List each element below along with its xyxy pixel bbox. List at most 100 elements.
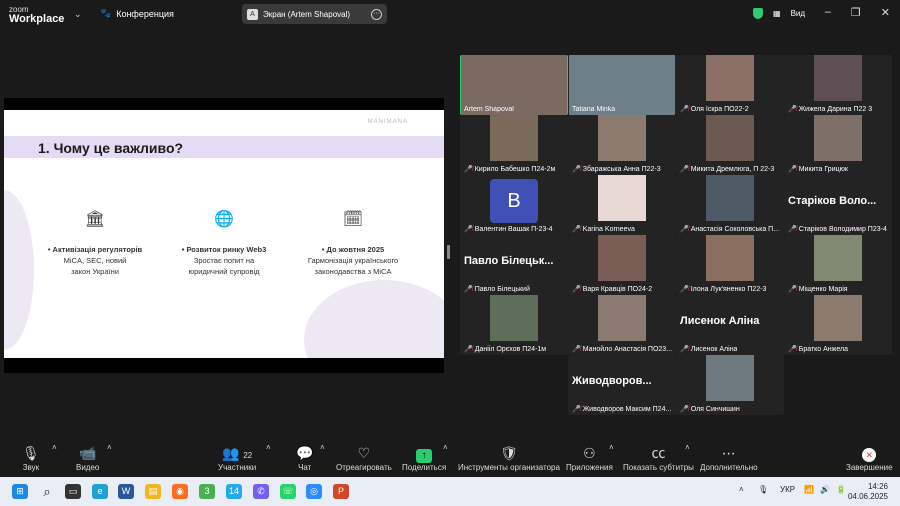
participant-tile[interactable]: Tatiana Minka: [568, 55, 676, 115]
participant-tile[interactable]: 🎤̸ Karina Korneeva: [568, 175, 676, 235]
point-2-line-1: Зростає попит на: [193, 256, 255, 265]
audio-label: Звук: [22, 463, 40, 472]
audio-options-chevron-icon[interactable]: ˄: [52, 443, 57, 452]
participant-name: 🎤̸ Кирило Бабешко П24-2м: [464, 165, 556, 174]
chat-options-chevron-icon[interactable]: ˄: [320, 443, 325, 452]
search-icon[interactable]: ⌕: [39, 484, 55, 499]
participant-tile[interactable]: 🎤̸ Данііл Орєхов П24-1м: [460, 295, 568, 355]
apps-options-chevron-icon[interactable]: ˄: [609, 443, 614, 452]
react-button[interactable]: ♡ Отреагировать: [336, 443, 392, 472]
participant-video: [598, 175, 646, 221]
participant-tile[interactable]: Старіков Воло... 🎤̸ Старіков Володимир П23…: [784, 175, 892, 235]
participants-options-chevron-icon[interactable]: ˄: [266, 443, 271, 452]
chrome-icon[interactable]: 3: [199, 484, 215, 499]
zoom-taskbar-icon[interactable]: ◎: [306, 484, 322, 499]
participant-tile[interactable]: 🎤̸ Збаражська Анна П22-3: [568, 115, 676, 175]
word-icon[interactable]: W: [118, 484, 134, 499]
video-button[interactable]: 📹 Видео: [76, 443, 99, 472]
participant-name: Artem Shapoval: [464, 106, 514, 113]
participant-tile[interactable]: 🎤̸ Варя Кравців ПО24-2: [568, 235, 676, 295]
participant-tile[interactable]: Живодворов... 🎤̸ Живодворов Максим П24...: [568, 355, 676, 415]
windows-start-icon[interactable]: ⊞: [12, 484, 28, 499]
apps-button[interactable]: ⚇ Приложения: [566, 443, 613, 472]
participant-name: 🎤̸ Жижела Дарина П22 3: [788, 105, 873, 114]
point-2-line-2: юридичний супровід: [188, 267, 260, 276]
edge-icon[interactable]: e: [92, 484, 108, 499]
participant-tile[interactable]: 🎤̸ Жижела Дарина П22 3: [784, 55, 892, 115]
participant-tile[interactable]: 🎤̸ Оля Іскра ПО22-2: [676, 55, 784, 115]
firefox-icon[interactable]: ◉: [172, 484, 188, 499]
viber-icon[interactable]: ✆: [253, 484, 269, 499]
share-screen-icon: ↑: [416, 449, 433, 463]
volume-icon[interactable]: 🔊: [820, 485, 830, 494]
chat-icon: 💬: [296, 445, 314, 461]
shield-icon: 🛡: [500, 445, 518, 461]
telegram-icon[interactable]: 14: [226, 484, 242, 499]
participant-name: 🎤̸ Міщенко Марія: [788, 285, 848, 294]
participant-tile[interactable]: 🎤̸ Манойло Анастасія ПО23...: [568, 295, 676, 355]
system-clock[interactable]: 14:26 04.06.2025: [848, 482, 888, 502]
more-label: Дополнительно: [700, 463, 758, 472]
battery-icon[interactable]: 🔋: [836, 485, 846, 494]
meeting-menu[interactable]: 🐾 Конференция: [100, 8, 174, 19]
close-icon[interactable]: ✕: [881, 6, 890, 19]
captions-options-chevron-icon[interactable]: ˄: [685, 443, 690, 452]
participant-tile[interactable]: 🎤̸ Анастасія Соколовська П...: [676, 175, 784, 235]
file-explorer-icon[interactable]: ▤: [145, 484, 161, 499]
participant-tile[interactable]: 🎤̸ Братко Анжела: [784, 295, 892, 355]
participant-tile[interactable]: 🎤̸ Микита Грицюк: [784, 115, 892, 175]
participant-tile[interactable]: Artem Shapoval: [460, 55, 568, 115]
participant-tile[interactable]: Лисенок Аліна 🎤̸ Лисенок Аліна: [676, 295, 784, 355]
participant-name: 🎤̸ Павло Білецький: [464, 285, 530, 294]
restore-icon[interactable]: ❐: [851, 6, 861, 19]
participant-name: 🎤̸ Варя Кравців ПО24-2: [572, 285, 653, 294]
muted-mic-icon: 🎤̸: [788, 106, 797, 113]
participant-tile[interactable]: 🎤̸ Оля Синчишин: [676, 355, 784, 415]
whatsapp-icon[interactable]: ☏: [280, 484, 296, 499]
task-view-icon[interactable]: ▭: [65, 484, 81, 499]
minimize-icon[interactable]: –: [825, 6, 831, 19]
split-handle[interactable]: [447, 245, 450, 259]
tray-chevron-icon[interactable]: ˄: [739, 485, 744, 494]
point-3-line-2: законодавства з MiCA: [314, 267, 392, 276]
participant-tile[interactable]: 🎤̸ Микита Дремлюга, П 22-3: [676, 115, 784, 175]
participant-tile[interactable]: 🎤̸ Кирило Бабешко П24-2м: [460, 115, 568, 175]
chevron-down-icon[interactable]: ⌄: [74, 9, 82, 20]
end-button[interactable]: ✕ Завершение: [846, 443, 893, 472]
muted-mic-icon: 🎤̸: [680, 226, 689, 233]
tray-microphone-icon[interactable]: 🎙: [758, 485, 768, 494]
view-control[interactable]: ▦ Вид: [753, 8, 805, 19]
muted-mic-icon: 🎤̸: [572, 406, 581, 413]
participant-tile[interactable]: 🎤̸ Міщенко Марія: [784, 235, 892, 295]
end-meeting-icon: ✕: [862, 448, 877, 462]
participants-button[interactable]: 👥 22 Участники: [218, 443, 256, 472]
point-1-line-1: MiCA, SEC, новий: [63, 256, 127, 265]
participants-label: Участники: [218, 463, 257, 472]
participant-tile[interactable]: B 🎤̸ Валентин Вашак П-23-4: [460, 175, 568, 235]
participant-tile[interactable]: Павло Білецьк... 🎤̸ Павло Білецький: [460, 235, 568, 295]
more-options-icon[interactable]: ···: [371, 8, 382, 20]
audio-button[interactable]: 🎙 Звук: [22, 443, 40, 472]
participant-tile[interactable]: 🎤̸ Ілона Лук'яненко П22-3: [676, 235, 784, 295]
wifi-icon[interactable]: 📶: [804, 485, 814, 494]
chat-button[interactable]: 💬 Чат: [296, 443, 313, 472]
participant-video: [814, 55, 862, 101]
host-tools-label: Инструменты организатора: [458, 463, 560, 472]
video-options-chevron-icon[interactable]: ˄: [107, 443, 112, 452]
chat-label: Чат: [298, 463, 312, 472]
globe-icon: 🌐: [214, 211, 234, 228]
shared-slide: MANIMANA 1. Чому це важливо? 🏛 • Активіз…: [4, 110, 444, 358]
powerpoint-icon[interactable]: P: [333, 484, 349, 499]
brand-bottom: Workplace: [9, 13, 65, 25]
point-1-line-2: закон України: [71, 267, 119, 276]
share-button[interactable]: ↑ Поделиться: [402, 443, 446, 472]
participant-video: [814, 115, 862, 161]
more-button[interactable]: ⋯ Дополнительно: [700, 443, 758, 472]
decor-blob: [4, 190, 34, 350]
captions-button[interactable]: ㏄ Показать субтитры: [623, 443, 694, 472]
language-indicator[interactable]: УКР: [780, 485, 795, 494]
slide-brand: MANIMANA: [367, 119, 408, 125]
share-options-chevron-icon[interactable]: ˄: [443, 443, 448, 452]
screen-share-pill[interactable]: A Экран (Artem Shapoval) ···: [242, 4, 387, 24]
host-tools-button[interactable]: 🛡 Инструменты организатора: [458, 443, 560, 472]
